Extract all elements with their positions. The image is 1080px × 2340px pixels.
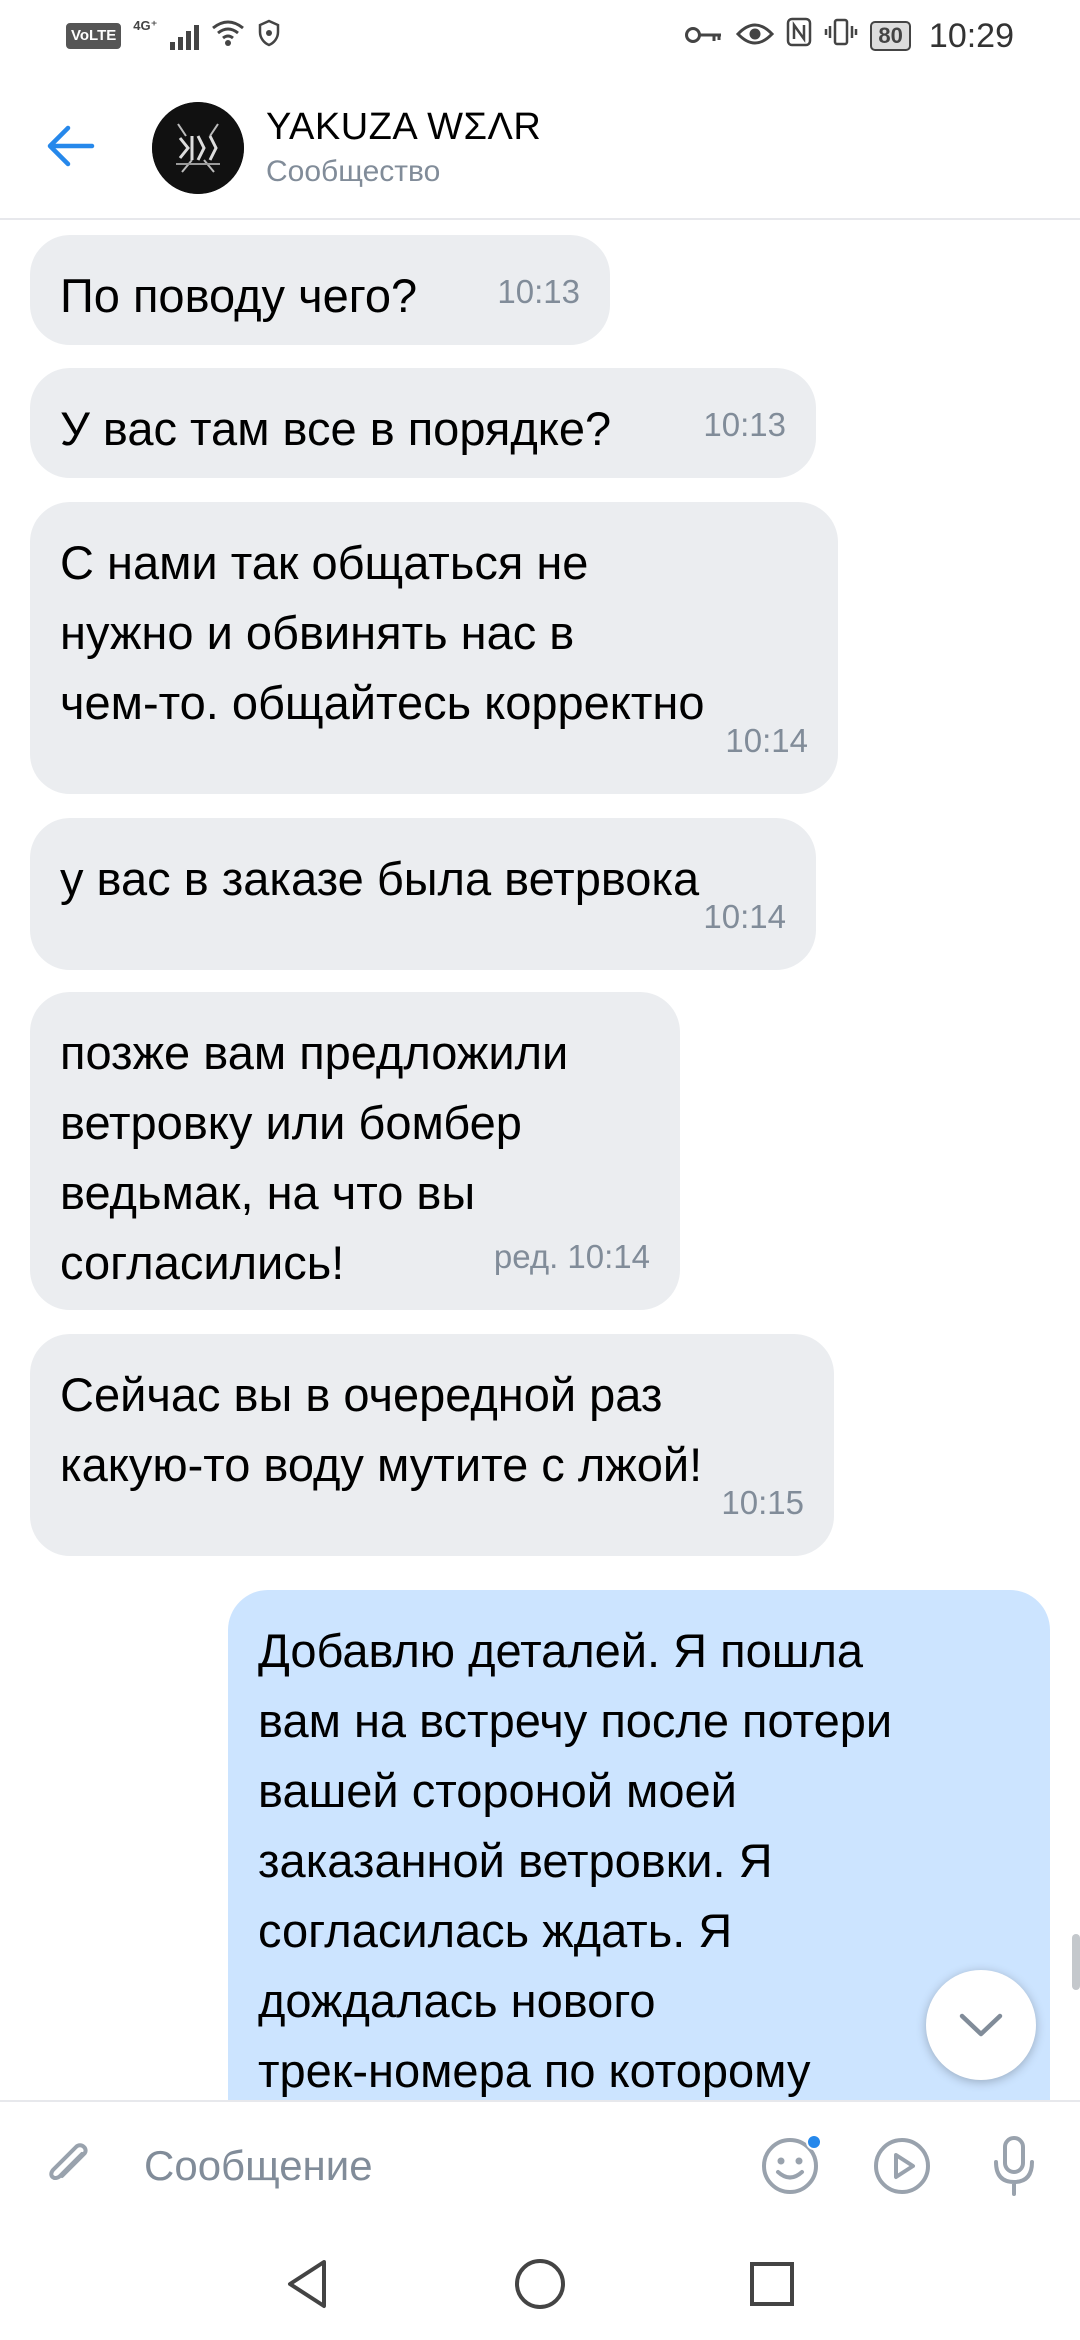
attach-button[interactable] bbox=[36, 2132, 104, 2200]
nav-home-button[interactable] bbox=[510, 2254, 570, 2314]
paperclip-icon bbox=[49, 2143, 88, 2181]
chevron-down-icon bbox=[959, 2013, 1003, 2037]
microphone-icon bbox=[994, 2136, 1034, 2196]
message-text: Сейчас вы в очередной раз какую-то воду … bbox=[60, 1368, 703, 1491]
play-circle-icon bbox=[874, 2138, 930, 2194]
message-time: 10:13 bbox=[497, 273, 580, 310]
message-text: у вас в заказе была ветрвока bbox=[60, 852, 700, 905]
square-recents-icon bbox=[750, 2262, 794, 2306]
nav-recents-button[interactable] bbox=[742, 2254, 802, 2314]
message-input[interactable] bbox=[144, 2126, 724, 2206]
message-bubble-incoming[interactable]: у вас в заказе была ветрвока 10:14 bbox=[30, 818, 816, 970]
community-logo bbox=[152, 102, 244, 194]
shield-icon bbox=[257, 18, 281, 55]
nfc-icon bbox=[786, 17, 812, 55]
chat-subtitle: Сообщество bbox=[266, 155, 441, 188]
message-composer bbox=[0, 2100, 1080, 2228]
network-type: 4G⁺ bbox=[133, 18, 158, 33]
vibrate-icon bbox=[824, 17, 858, 55]
eye-icon bbox=[736, 18, 775, 55]
battery-icon: 80 bbox=[870, 21, 911, 51]
volte-badge: VoLTE bbox=[66, 23, 122, 49]
chat-title: YAKUZA WΣΛR bbox=[266, 106, 542, 148]
message-time: 10:15 bbox=[721, 1484, 804, 1521]
status-bar: VoLTE 4G⁺ 80 10:29 bbox=[0, 0, 1080, 72]
status-left: VoLTE 4G⁺ bbox=[66, 18, 281, 55]
message-time: 10:14 bbox=[703, 898, 786, 935]
nav-back-button[interactable] bbox=[278, 2254, 338, 2314]
scrollbar-thumb[interactable] bbox=[1072, 1934, 1080, 1990]
video-message-button[interactable] bbox=[868, 2132, 936, 2200]
notification-dot bbox=[806, 2134, 822, 2150]
chat-title-block[interactable]: YAKUZA WΣΛR Сообщество bbox=[266, 106, 541, 189]
status-right: 80 10:29 bbox=[684, 17, 1014, 56]
message-bubble-incoming[interactable]: У вас там все в порядке? 10:13 bbox=[30, 368, 816, 478]
message-text: У вас там все в порядке? bbox=[60, 402, 612, 455]
emoji-button[interactable] bbox=[756, 2132, 824, 2200]
message-bubble-incoming[interactable]: Сейчас вы в очередной раз какую-то воду … bbox=[30, 1334, 834, 1556]
message-text: С нами так общаться не нужно и обвинять … bbox=[60, 536, 705, 729]
avatar[interactable] bbox=[152, 102, 244, 194]
message-list[interactable]: По поводу чего? 10:13 У вас там все в по… bbox=[0, 220, 1080, 2100]
circle-home-icon bbox=[515, 2259, 565, 2309]
chat-header: YAKUZA WΣΛR Сообщество bbox=[0, 72, 1080, 220]
clock: 10:29 bbox=[928, 16, 1014, 55]
message-bubble-incoming[interactable]: позже вам предложили ветровку или бомбер… bbox=[30, 992, 680, 1310]
triangle-back-icon bbox=[288, 2260, 326, 2308]
system-nav-bar bbox=[0, 2228, 1080, 2340]
message-bubble-incoming[interactable]: С нами так общаться не нужно и обвинять … bbox=[30, 502, 838, 794]
wifi-icon bbox=[211, 18, 245, 55]
message-time: 10:14 bbox=[725, 722, 808, 759]
message-time: ред. 10:14 bbox=[493, 1238, 650, 1275]
key-icon bbox=[684, 18, 724, 55]
message-bubble-incoming[interactable]: По поводу чего? 10:13 bbox=[30, 235, 610, 345]
voice-message-button[interactable] bbox=[980, 2132, 1048, 2200]
message-time: 10:13 bbox=[703, 406, 786, 443]
signal-icon bbox=[169, 22, 199, 50]
message-text: Добавлю деталей. Я пошла вам на встречу … bbox=[258, 1624, 893, 2097]
scroll-down-button[interactable] bbox=[926, 1970, 1036, 2080]
arrow-left-icon bbox=[47, 125, 95, 167]
back-button[interactable] bbox=[40, 116, 100, 176]
